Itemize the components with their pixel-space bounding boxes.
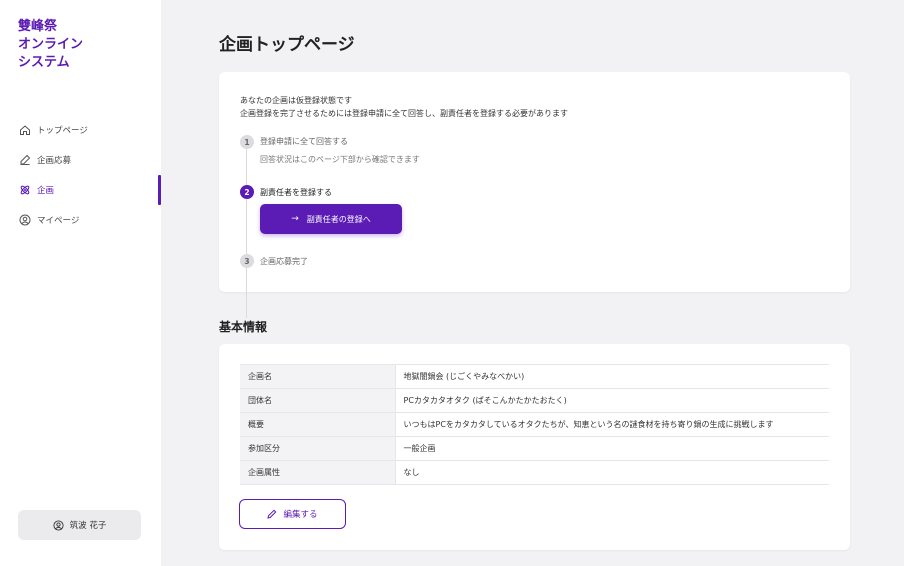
sidebar-nav: トップページ 企画応募 企画 マイページ <box>0 115 161 235</box>
sidebar-item-top[interactable]: トップページ <box>0 115 161 145</box>
basic-info-table: 企画名 地獄闇鍋会 (じごくやみなべかい) 団体名 PCカタカタオタク (ぱそこ… <box>240 364 829 485</box>
edit-button[interactable]: 編集する <box>239 499 346 529</box>
row-value: 一般企画 <box>403 444 436 453</box>
app-logo[interactable]: 雙峰祭 オンライン システム <box>18 18 83 72</box>
row-value: いつもはPCをカタカタしているオタクたちが、知恵という名の謎食材を持ち寄り鍋の生… <box>403 420 774 429</box>
row-key: 概要 <box>240 412 396 437</box>
arrow-right-icon: → <box>291 214 299 224</box>
table-row: 概要 いつもはPCをカタカタしているオタクたちが、知恵という名の謎食材を持ち寄り… <box>240 412 829 437</box>
step-number-3: 3 <box>240 254 254 268</box>
sidebar: 雙峰祭 オンライン システム トップページ 企画応募 企画 マイページ 筑波 花… <box>0 0 161 566</box>
row-value: 地獄闇鍋会 (じごくやみなべかい) <box>403 372 525 381</box>
row-key: 企画属性 <box>240 460 396 485</box>
table-row: 参加区分 一般企画 <box>240 436 829 461</box>
sidebar-item-mypage[interactable]: マイページ <box>0 205 161 235</box>
row-key: 団体名 <box>240 388 396 413</box>
status-message-line: 企画登録を完了させるためには登録申請に全て回答し、副責任者を登録する必要がありま… <box>240 109 568 118</box>
step-description-1: 回答状況はこのページ下部から確認できます <box>260 155 420 164</box>
step-number-2: 2 <box>240 185 254 199</box>
edit-button-label: 編集する <box>283 510 318 520</box>
pencil-icon <box>267 509 277 519</box>
user-name: 筑波 花子 <box>69 521 107 531</box>
row-value: PCカタカタオタク (ぱそこんかたかたおたく) <box>403 396 567 405</box>
registration-status-card: あなたの企画は仮登録状態です 企画登録を完了させるためには登録申請に全て回答し、… <box>219 72 850 318</box>
home-icon <box>19 124 31 136</box>
register-vice-leader-button[interactable]: → 副責任者の登録へ <box>260 204 402 234</box>
row-value: なし <box>403 468 420 477</box>
table-row: 企画名 地獄闇鍋会 (じごくやみなべかい) <box>240 364 829 389</box>
status-message: あなたの企画は仮登録状態です 企画登録を完了させるためには登録申請に全て回答し、… <box>240 94 568 120</box>
logo-line: システム <box>18 55 70 70</box>
logo-line: 雙峰祭 <box>18 19 58 34</box>
sidebar-item-label: 企画応募 <box>37 156 72 166</box>
sidebar-item-project[interactable]: 企画 <box>0 175 161 205</box>
sidebar-item-label: 企画 <box>37 186 55 196</box>
section-title-basic-info: 基本情報 <box>219 320 268 334</box>
sidebar-item-label: マイページ <box>37 216 80 226</box>
step-label-3: 企画応募完了 <box>260 257 308 266</box>
user-menu-button[interactable]: 筑波 花子 <box>18 510 141 540</box>
basic-info-card: 企画名 地獄闇鍋会 (じごくやみなべかい) 団体名 PCカタカタオタク (ぱそこ… <box>219 344 850 550</box>
row-key: 参加区分 <box>240 436 396 461</box>
sidebar-item-label: トップページ <box>37 126 88 136</box>
button-label: 副責任者の登録へ <box>306 214 371 224</box>
user-circle-icon <box>53 519 64 531</box>
table-row: 企画属性 なし <box>240 460 829 485</box>
user-circle-icon <box>19 214 31 226</box>
row-key: 企画名 <box>240 364 396 389</box>
step-connector <box>246 142 247 318</box>
step-label-1: 登録申請に全て回答する <box>260 137 348 146</box>
page-title: 企画トップページ <box>219 35 355 55</box>
table-row: 団体名 PCカタカタオタク (ぱそこんかたかたおたく) <box>240 388 829 413</box>
edit-icon <box>19 154 31 166</box>
status-message-line: あなたの企画は仮登録状態です <box>240 96 352 105</box>
step-number-1: 1 <box>240 135 254 149</box>
logo-line: オンライン <box>18 37 84 52</box>
step-label-2: 副責任者を登録する <box>260 188 332 197</box>
atom-icon <box>19 184 31 196</box>
sidebar-item-apply[interactable]: 企画応募 <box>0 145 161 175</box>
